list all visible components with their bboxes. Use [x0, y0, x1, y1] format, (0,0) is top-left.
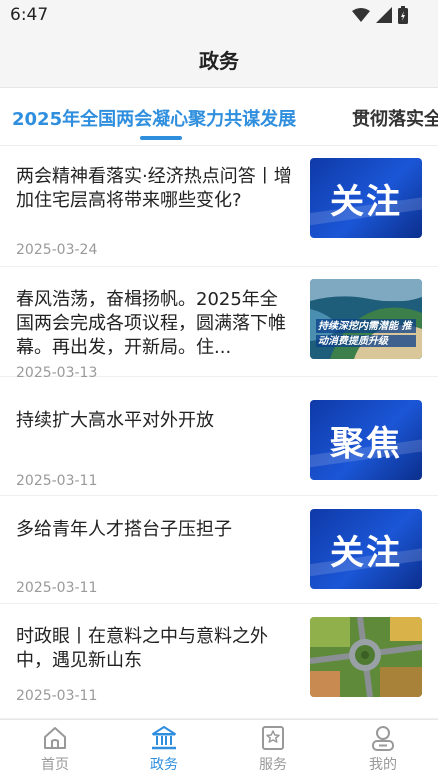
status-time: 6:47: [10, 5, 49, 25]
article-date: 2025-03-11: [16, 688, 98, 704]
profile-icon: [372, 726, 394, 751]
nav-profile[interactable]: 我的: [343, 724, 423, 778]
wifi-icon: [352, 8, 370, 22]
category-tabs: 2025年全国两会凝心聚力共谋发展 贯彻落实全: [0, 88, 438, 146]
nav-service[interactable]: 服务: [233, 724, 313, 778]
status-icons: [352, 5, 408, 25]
government-building-icon: [152, 726, 176, 750]
battery-icon: [398, 6, 408, 24]
article-date: 2025-03-11: [16, 580, 98, 596]
article-title: 时政眼丨在意料之中与意料之外中，遇见新山东: [16, 626, 268, 671]
active-tab-indicator: [140, 136, 182, 140]
article-date: 2025-03-11: [16, 473, 98, 489]
signal-icon: [376, 7, 392, 23]
tab-implement[interactable]: 贯彻落实全: [352, 105, 438, 131]
tab-two-sessions[interactable]: 2025年全国两会凝心聚力共谋发展: [12, 105, 296, 131]
nav-label: 我的: [369, 757, 397, 773]
roundabout-aerial-image: [310, 617, 422, 697]
status-bar: 6:47: [0, 0, 438, 30]
article-title: 持续扩大高水平对外开放: [16, 410, 214, 431]
home-icon: [44, 727, 66, 749]
list-item[interactable]: 持续扩大高水平对外开放 2025-03-11 聚焦: [0, 377, 438, 496]
service-bookmark-icon: [262, 726, 284, 750]
article-thumbnail: 聚焦: [310, 400, 422, 480]
article-thumbnail: 关注: [310, 509, 422, 589]
article-title: 多给青年人才搭台子压担子: [16, 519, 232, 540]
thumbnail-text: 关注: [330, 181, 402, 222]
nav-label: 首页: [41, 757, 69, 773]
bottom-nav: 首页 政务 服务 我的: [0, 719, 438, 779]
list-item[interactable]: 两会精神看落实·经济热点问答丨增加住宅层高将带来哪些变化? 2025-03-24…: [0, 146, 438, 267]
nav-label: 政务: [150, 757, 178, 773]
list-item[interactable]: 春风浩荡，奋楫扬帆。2025年全国两会完成各项议程，圆满落下帷幕。再出发，开新局…: [0, 267, 438, 381]
app-header: 政务: [0, 30, 438, 88]
article-title: 春风浩荡，奋楫扬帆。2025年全国两会完成各项议程，圆满落下帷幕。再出发，开新局…: [16, 289, 286, 358]
article-title: 两会精神看落实·经济热点问答丨增加住宅层高将带来哪些变化?: [16, 166, 292, 211]
thumbnail-text: 关注: [330, 532, 402, 573]
thumbnail-text: 聚焦: [330, 423, 402, 464]
nav-home[interactable]: 首页: [15, 724, 95, 778]
nav-government[interactable]: 政务: [124, 724, 204, 778]
article-thumbnail: 持续深挖内需潜能 推动消费提质升级: [310, 279, 422, 359]
nav-label: 服务: [259, 757, 287, 773]
article-date: 2025-03-24: [16, 242, 98, 258]
page-title: 政务: [199, 49, 239, 73]
list-item[interactable]: 时政眼丨在意料之中与意料之外中，遇见新山东 2025-03-11: [0, 604, 438, 719]
article-thumbnail: 关注: [310, 158, 422, 238]
article-thumbnail: [310, 617, 422, 697]
list-item[interactable]: 多给青年人才搭台子压担子 2025-03-11 关注: [0, 496, 438, 604]
thumbnail-text: 持续深挖内需潜能 推动消费提质升级: [318, 321, 412, 347]
